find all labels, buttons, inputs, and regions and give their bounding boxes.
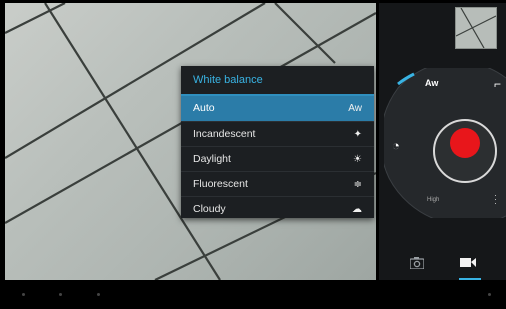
wb-option-label: Daylight	[193, 153, 231, 165]
incandescent-icon: ✦	[353, 129, 362, 140]
wb-option-cloudy[interactable]: Cloudy ☁	[181, 196, 374, 221]
wb-option-daylight[interactable]: Daylight ☀	[181, 146, 374, 171]
wb-option-label: Auto	[193, 102, 215, 114]
video-mode-icon[interactable]	[460, 257, 476, 268]
last-photo-thumbnail[interactable]	[455, 7, 497, 49]
wb-option-label: Cloudy	[193, 203, 226, 215]
menu-button[interactable]	[488, 293, 491, 296]
back-button[interactable]	[22, 293, 25, 296]
settings-arc-icon[interactable]: ⌐	[494, 77, 501, 91]
record-icon	[450, 128, 480, 158]
fluorescent-icon: ≑	[353, 179, 362, 190]
white-balance-menu: White balance Auto Aw Incandescent ✦ Day…	[181, 66, 374, 218]
wb-option-fluorescent[interactable]: Fluorescent ≑	[181, 171, 374, 196]
quality-label: High	[427, 197, 440, 203]
home-button[interactable]	[59, 293, 62, 296]
auto-white-balance-icon[interactable]: Aw	[425, 78, 441, 90]
timer-icon[interactable]: ◔	[392, 138, 400, 153]
wb-option-incandescent[interactable]: Incandescent ✦	[181, 121, 374, 146]
cloudy-icon: ☁	[352, 204, 362, 215]
daylight-icon: ☀	[353, 154, 362, 165]
system-navigation-bar	[0, 280, 506, 309]
thumbnail-image	[455, 7, 497, 49]
wb-option-auto[interactable]: Auto Aw	[181, 96, 374, 121]
white-balance-title: White balance	[181, 66, 374, 96]
wb-option-label: Incandescent	[193, 128, 256, 140]
wb-option-label: Fluorescent	[193, 178, 248, 190]
more-options-icon[interactable]: · · ·	[494, 191, 498, 208]
camera-mode-icon[interactable]	[410, 257, 424, 269]
auto-wb-icon: Aw	[348, 103, 362, 114]
recents-button[interactable]	[97, 293, 100, 296]
